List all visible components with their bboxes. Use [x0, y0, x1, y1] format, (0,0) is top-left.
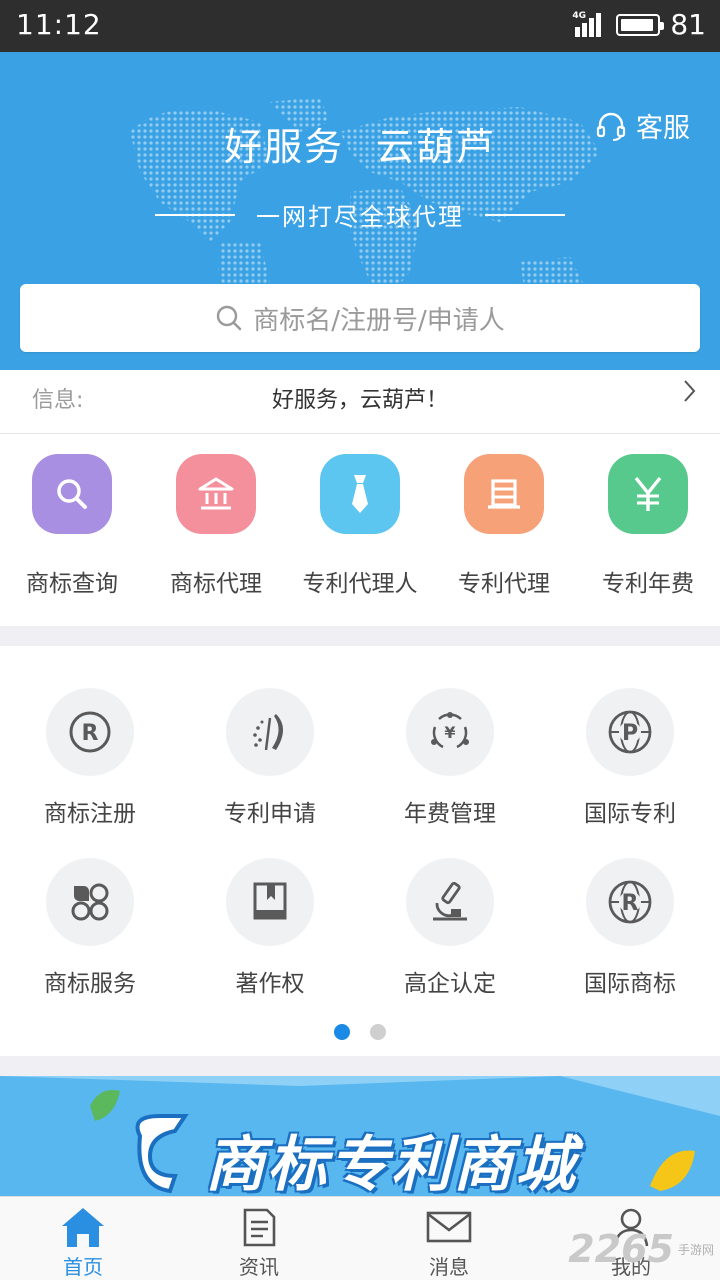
- tab-messages[interactable]: 消息: [394, 1205, 504, 1280]
- box-icon: [464, 454, 544, 534]
- grid-item-patent-application[interactable]: 专利申请: [180, 688, 360, 828]
- patent-pen-icon: [226, 688, 314, 776]
- quick-item-trademark-search[interactable]: 商标查询: [0, 454, 144, 598]
- tab-label: 消息: [429, 1255, 469, 1279]
- info-text: 好服务，云葫芦！: [271, 388, 448, 413]
- yen-cycle-icon: ¥: [406, 688, 494, 776]
- section-divider: [0, 626, 720, 646]
- bottom-tab-bar: 首页 资讯 消息 我的 2265 手游网: [0, 1196, 720, 1280]
- tab-label: 资讯: [239, 1255, 279, 1279]
- grid-item-label: 商标服务: [44, 971, 136, 997]
- news-icon: [243, 1208, 276, 1247]
- grid-item-label: 国际专利: [584, 801, 676, 827]
- network-type: 4G: [572, 10, 587, 21]
- quick-item-patent-annual-fee[interactable]: 专利年费: [576, 454, 720, 598]
- search-icon: [217, 305, 242, 331]
- divider-right: [485, 214, 565, 216]
- mail-icon: [426, 1211, 472, 1243]
- grid-item-international-patent[interactable]: P 国际专利: [540, 688, 720, 828]
- page-dot-active[interactable]: [334, 1024, 350, 1040]
- signal-icon: 4G: [572, 11, 606, 39]
- quick-item-label: 商标查询: [26, 571, 118, 597]
- yen-icon: [608, 454, 688, 534]
- search-input[interactable]: 商标名/注册号/申请人: [20, 284, 700, 352]
- quick-item-trademark-agency[interactable]: 商标代理: [144, 454, 288, 598]
- grid-item-international-trademark[interactable]: R 国际商标: [540, 858, 720, 998]
- page-indicator: [0, 1024, 720, 1040]
- grid-item-trademark-services[interactable]: 商标服务: [0, 858, 180, 998]
- promo-banner[interactable]: 商标专利商城: [0, 1076, 720, 1196]
- watermark-number: 2265: [568, 1227, 674, 1271]
- svg-text:R: R: [622, 891, 639, 916]
- svg-text:R: R: [82, 721, 99, 746]
- headset-icon: [596, 112, 626, 141]
- watermark-site: 手游网: [677, 1242, 714, 1257]
- service-label: 客服: [636, 113, 690, 144]
- tab-news[interactable]: 资讯: [204, 1205, 314, 1280]
- quick-item-label: 专利代理人: [302, 571, 418, 597]
- quick-item-label: 商标代理: [170, 571, 262, 597]
- svg-text:P: P: [622, 721, 638, 746]
- tie-icon: [320, 454, 400, 534]
- search-icon: [32, 454, 112, 534]
- grid-item-copyright[interactable]: 著作权: [180, 858, 360, 998]
- watermark: 2265 手游网: [568, 1227, 714, 1271]
- customer-service-button[interactable]: 客服: [594, 106, 690, 145]
- battery-icon: [616, 13, 665, 36]
- quick-item-patent-agent[interactable]: 专利代理人: [288, 454, 432, 598]
- hero-subtitle: 一网打尽全球代理: [256, 203, 464, 231]
- status-time: 11:12: [16, 8, 102, 41]
- home-icon: [62, 1208, 104, 1247]
- globe-p-icon: P: [586, 688, 674, 776]
- grid-item-annual-fee-management[interactable]: ¥ 年费管理: [360, 688, 540, 828]
- registered-icon: R: [46, 688, 134, 776]
- grid-item-label: 高企认定: [404, 971, 496, 997]
- clover-icon: [46, 858, 134, 946]
- grid-item-label: 著作权: [235, 971, 305, 997]
- book-icon: [226, 858, 314, 946]
- tab-home[interactable]: 首页: [28, 1205, 138, 1280]
- grid-item-label: 专利申请: [224, 801, 316, 827]
- search-placeholder: 商标名/注册号/申请人: [253, 305, 505, 336]
- section-divider: [0, 1056, 720, 1076]
- quick-services: 商标查询 商标代理 专利代理人 专利代理 专利年费: [0, 434, 720, 626]
- battery-level: 81: [670, 8, 706, 41]
- grid-item-high-tech-certification[interactable]: 高企认定: [360, 858, 540, 998]
- chevron-right-icon: [684, 380, 696, 402]
- bank-icon: [176, 454, 256, 534]
- status-icons: 4G 81: [572, 8, 706, 41]
- microscope-icon: [406, 858, 494, 946]
- quick-item-label: 专利代理: [458, 571, 550, 597]
- grid-item-trademark-registration[interactable]: R 商标注册: [0, 688, 180, 828]
- tab-label: 首页: [63, 1255, 103, 1279]
- info-ticker[interactable]: 信息: 好服务，云葫芦！: [0, 370, 720, 434]
- globe-r-icon: R: [586, 858, 674, 946]
- app-screen: 11:12 4G 81 好服务 云葫芦 一网打尽全球代理 客服 商标名/注册号/…: [0, 0, 720, 1280]
- svg-text:¥: ¥: [444, 723, 455, 742]
- quick-item-label: 专利年费: [602, 571, 694, 597]
- hero-banner: 好服务 云葫芦 一网打尽全球代理 客服 商标名/注册号/申请人: [0, 52, 720, 370]
- page-dot[interactable]: [370, 1024, 386, 1040]
- grid-item-label: 国际商标: [584, 971, 676, 997]
- grid-item-label: 年费管理: [404, 801, 496, 827]
- status-bar: 11:12 4G 81: [0, 0, 720, 52]
- banner-title: 商标专利商城: [205, 1130, 577, 1196]
- grid-item-label: 商标注册: [44, 801, 136, 827]
- service-grid: R 商标注册 专利申请 ¥ 年费管理 P 国际专利 商标服务 著作权 高企认定 …: [0, 646, 720, 1056]
- quick-item-patent-agency[interactable]: 专利代理: [432, 454, 576, 598]
